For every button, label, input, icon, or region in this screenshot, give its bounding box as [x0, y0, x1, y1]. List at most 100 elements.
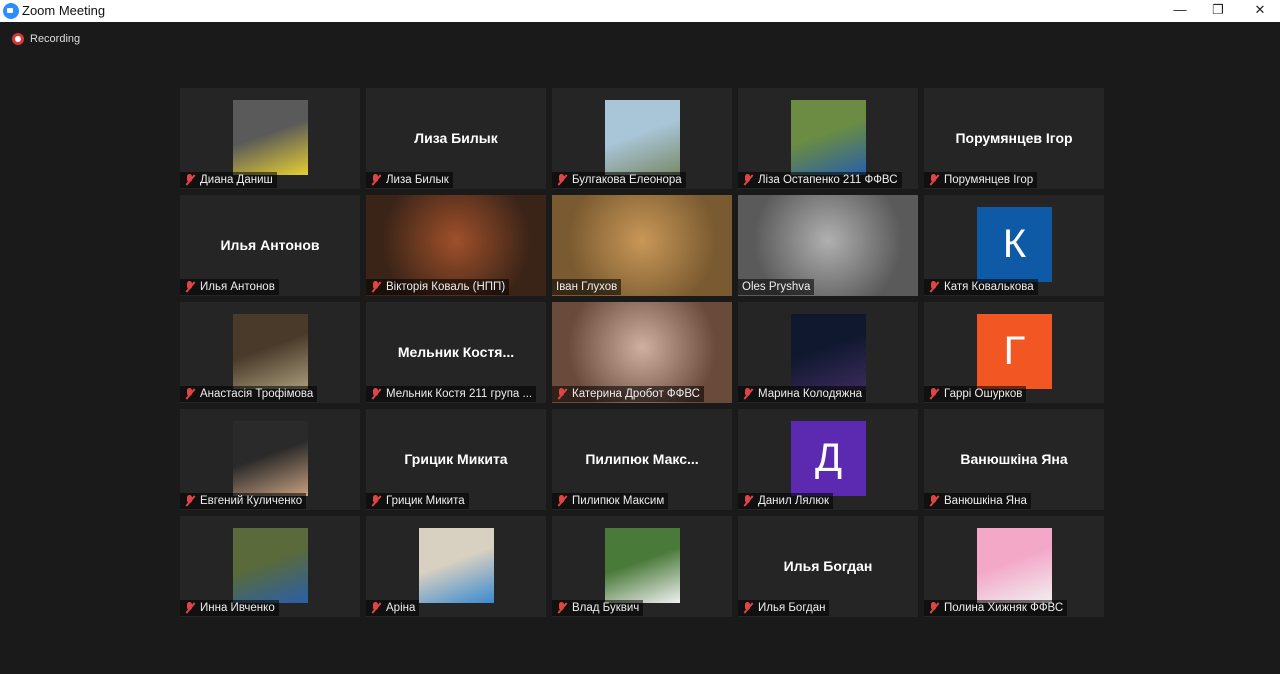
participant-tile[interactable]: Д Данил Лялюк [738, 409, 918, 510]
participant-name: Диана Даниш [200, 174, 273, 186]
participant-name-bar: Евгений Куличенко [180, 493, 307, 509]
participant-photo [419, 528, 494, 603]
participant-name-bar: Анастасія Трофімова [180, 386, 318, 402]
participant-name: Мельник Костя 211 група ... [386, 388, 533, 400]
mic-muted-icon [742, 602, 754, 614]
mic-muted-icon [184, 174, 196, 186]
participant-name-bar: Илья Антонов [180, 279, 279, 295]
mic-muted-icon [556, 174, 568, 186]
participant-name: Лиза Билык [386, 174, 449, 186]
participant-name: Данил Лялюк [758, 495, 830, 507]
participant-tile[interactable]: Диана Даниш [180, 88, 360, 189]
participant-name-bar: Ліза Остапенко 211 ФФВС [738, 172, 902, 188]
participant-tile[interactable]: Лиза Билык Лиза Билык [366, 88, 546, 189]
participant-name-bar: Oles Pryshva [738, 279, 815, 295]
participant-name: Булгакова Елеонора [572, 174, 682, 186]
participant-name: Аріна [386, 602, 416, 614]
participant-name-bar: Грицик Микита [366, 493, 469, 509]
mic-muted-icon [370, 495, 382, 507]
participant-name: Евгений Куличенко [200, 495, 303, 507]
participant-name: Пилипюк Максим [572, 495, 665, 507]
participant-photo [605, 528, 680, 603]
participant-name-bar: Ванюшкіна Яна [924, 493, 1031, 509]
participant-tile[interactable]: Евгений Куличенко [180, 409, 360, 510]
participant-name: Марина Колодяжна [758, 388, 863, 400]
participant-name: Гаррі Ошурков [944, 388, 1023, 400]
participant-name: Ліза Остапенко 211 ФФВС [758, 174, 898, 186]
participant-name-bar: Вікторія Коваль (НПП) [366, 279, 510, 295]
participant-name: Анастасія Трофімова [200, 388, 314, 400]
participant-name: Іван Глухов [556, 281, 618, 293]
participant-photo [233, 421, 308, 496]
participant-name-bar: Булгакова Елеонора [552, 172, 686, 188]
participant-name: Катерина Дробот ФФВС [572, 388, 700, 400]
participant-display-name: Пилипюк Макс... [585, 451, 699, 467]
participant-name-bar: Аріна [366, 600, 420, 616]
mic-muted-icon [556, 495, 568, 507]
participant-name-bar: Порумянцев Ігор [924, 172, 1038, 188]
participant-name: Вікторія Коваль (НПП) [386, 281, 506, 293]
participant-photo [791, 100, 866, 175]
window-title: Zoom Meeting [22, 3, 106, 18]
title-bar: Zoom Meeting — ❐ ✕ [0, 0, 1280, 22]
participant-name-bar: Полина Хижняк ФФВС [924, 600, 1068, 616]
recording-indicator[interactable]: Recording [12, 33, 80, 45]
participant-tile[interactable]: Катерина Дробот ФФВС [552, 302, 732, 403]
participant-tile[interactable]: Вікторія Коваль (НПП) [366, 195, 546, 296]
participant-avatar: Д [791, 421, 866, 496]
participant-name-bar: Катя Ковалькова [924, 279, 1038, 295]
participant-tile[interactable]: Грицик Микита Грицик Микита [366, 409, 546, 510]
close-button[interactable]: ✕ [1240, 0, 1280, 22]
participant-tile[interactable]: К Катя Ковалькова [924, 195, 1104, 296]
minimize-button[interactable]: — [1160, 0, 1200, 22]
participant-name-bar: Марина Колодяжна [738, 386, 867, 402]
participant-name: Oles Pryshva [742, 281, 811, 293]
participant-name: Илья Богдан [758, 602, 826, 614]
participant-display-name: Лиза Билык [414, 130, 498, 146]
participant-name-bar: Іван Глухов [552, 279, 622, 295]
participant-tile[interactable]: Илья Богдан Илья Богдан [738, 516, 918, 617]
participant-tile[interactable]: Анастасія Трофімова [180, 302, 360, 403]
participant-display-name: Илья Антонов [220, 237, 320, 253]
mic-muted-icon [184, 388, 196, 400]
participant-display-name: Илья Богдан [783, 558, 873, 574]
participant-name-bar: Лиза Билык [366, 172, 453, 188]
mic-muted-icon [742, 495, 754, 507]
zoom-app-icon [3, 3, 19, 19]
mic-muted-icon [184, 495, 196, 507]
mic-muted-icon [928, 495, 940, 507]
participant-photo [233, 100, 308, 175]
participant-display-name: Порумянцев Ігор [955, 130, 1073, 146]
participant-tile[interactable]: Пилипюк Макс... Пилипюк Максим [552, 409, 732, 510]
mic-muted-icon [928, 281, 940, 293]
participant-tile[interactable]: Г Гаррі Ошурков [924, 302, 1104, 403]
participant-tile[interactable]: Ванюшкіна Яна Ванюшкіна Яна [924, 409, 1104, 510]
participant-name: Порумянцев Ігор [944, 174, 1034, 186]
participant-tile[interactable]: Полина Хижняк ФФВС [924, 516, 1104, 617]
participant-photo [977, 528, 1052, 603]
participant-tile[interactable]: Влад Буквич [552, 516, 732, 617]
mic-muted-icon [928, 174, 940, 186]
participant-tile[interactable]: Іван Глухов [552, 195, 732, 296]
participant-tile[interactable]: Мельник Костя... Мельник Костя 211 група … [366, 302, 546, 403]
participant-avatar: К [977, 207, 1052, 282]
restore-button[interactable]: ❐ [1198, 0, 1238, 22]
participant-tile[interactable]: Марина Колодяжна [738, 302, 918, 403]
participant-tile[interactable]: Oles Pryshva [738, 195, 918, 296]
participant-tile[interactable]: Ліза Остапенко 211 ФФВС [738, 88, 918, 189]
participant-tile[interactable]: Инна Ивченко [180, 516, 360, 617]
participant-tile[interactable]: Порумянцев Ігор Порумянцев Ігор [924, 88, 1104, 189]
mic-muted-icon [556, 602, 568, 614]
participant-name-bar: Гаррі Ошурков [924, 386, 1027, 402]
participant-tile[interactable]: Илья Антонов Илья Антонов [180, 195, 360, 296]
record-icon [12, 33, 24, 45]
participant-tile[interactable]: Булгакова Елеонора [552, 88, 732, 189]
mic-muted-icon [742, 174, 754, 186]
recording-label: Recording [30, 33, 81, 45]
participant-grid: Диана Даниш Лиза Билык Лиза Билык Булгакова… [180, 88, 1104, 617]
participant-name-bar: Илья Богдан [738, 600, 830, 616]
mic-muted-icon [370, 281, 382, 293]
mic-muted-icon [742, 388, 754, 400]
participant-name-bar: Инна Ивченко [180, 600, 279, 616]
participant-tile[interactable]: Аріна [366, 516, 546, 617]
